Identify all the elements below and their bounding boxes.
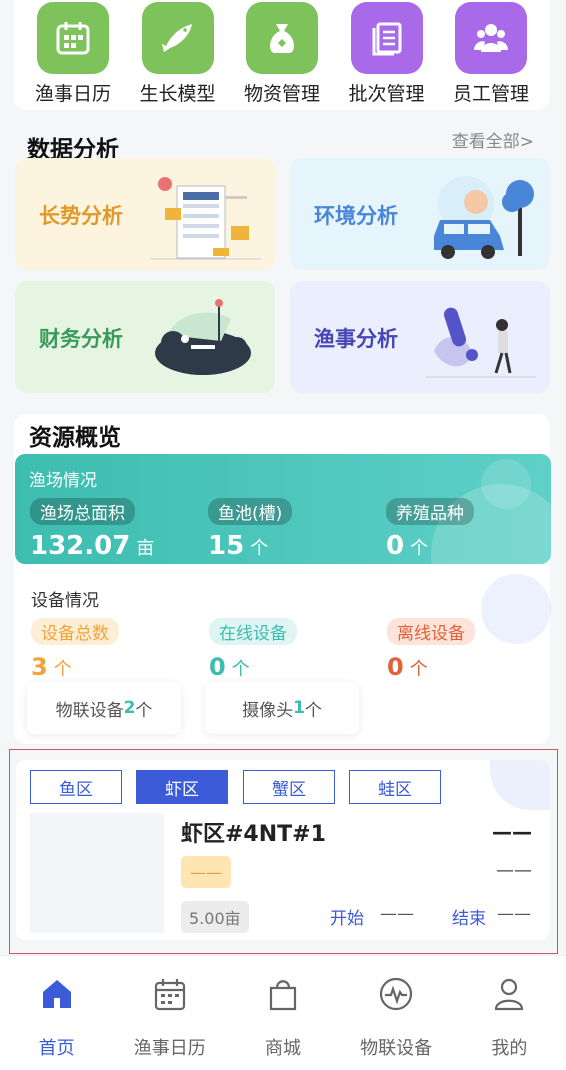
zone-start-value: ——	[380, 904, 414, 924]
fishery-title: 渔场情况	[29, 471, 97, 491]
chip-count: 1	[293, 698, 305, 718]
stat-label: 在线设备	[209, 618, 297, 645]
pulse-icon	[380, 977, 413, 1011]
stat-label: 养殖品种	[386, 498, 474, 525]
device-card: 设备情况 设备总数 3个 在线设备 0个 离线设备 0个 物联设备 2 个 摄像头 1…	[15, 574, 551, 744]
zone-start-label[interactable]: 开始	[330, 904, 364, 929]
growth-analysis-card[interactable]: 长势分析	[15, 158, 275, 270]
stat-unit: 个	[409, 659, 428, 680]
zone-end-value: ——	[497, 904, 531, 924]
quick-nav-label: 员工管理	[452, 83, 529, 105]
zone-mid-right-value: ——	[496, 860, 532, 881]
stat-unit: 个	[231, 659, 250, 680]
tabbar-home[interactable]: 首页	[2, 956, 112, 1070]
stat-value: 15	[208, 531, 245, 561]
user-icon	[495, 978, 524, 1011]
stat-label: 离线设备	[387, 618, 475, 645]
calendar-icon	[37, 2, 109, 74]
quick-nav-label: 批次管理	[348, 83, 425, 105]
stat-value: 0	[386, 531, 405, 561]
stat-label: 鱼池(槽)	[208, 498, 293, 525]
tabbar-label: 首页	[38, 1038, 75, 1059]
zone-panel: 鱼区 虾区 蟹区 蛙区 虾区#4NT#1 —— —— —— 5.00亩 开始 —…	[16, 760, 550, 940]
stat-value: 0	[387, 653, 404, 681]
car-tree-illustration-icon	[434, 176, 534, 259]
stat-unit: 个	[250, 538, 269, 559]
card-label: 财务分析	[39, 327, 123, 351]
zone-image-placeholder	[30, 813, 164, 933]
quick-nav: 渔事日历 生长模型 物资管理 批次管理 员工管理	[14, 0, 550, 110]
stat-label: 设备总数	[31, 618, 119, 645]
fishery-analysis-card[interactable]: 渔事分析	[290, 281, 550, 393]
money-bag-icon	[246, 2, 318, 74]
page: 渔事日历 生长模型 物资管理 批次管理 员工管理 数据分析 查看全部> 长势分析…	[0, 0, 566, 1070]
card-label: 环境分析	[314, 204, 398, 228]
tabbar-iot-devices[interactable]: 物联设备	[341, 956, 451, 1070]
tabbar-fishery-calendar[interactable]: 渔事日历	[115, 956, 225, 1070]
stat-unit: 个	[410, 538, 429, 559]
tabbar-label: 物联设备	[360, 1038, 433, 1059]
zone-end-label[interactable]: 结束	[452, 904, 486, 929]
stat-value: 0	[209, 653, 226, 681]
shopping-bag-icon	[269, 980, 297, 1011]
chip-label: 摄像头	[242, 700, 294, 721]
fishery-stat-species: 养殖品种 0个	[386, 498, 474, 561]
document-list-icon	[350, 2, 423, 74]
zone-tag: ——	[181, 856, 231, 888]
quick-nav-label: 生长模型	[139, 83, 216, 105]
quick-nav-fishery-calendar[interactable]: 渔事日历	[30, 0, 116, 110]
iot-devices-chip[interactable]: 物联设备 2 个	[27, 682, 181, 734]
stat-label: 渔场总面积	[30, 498, 135, 525]
chip-unit: 个	[135, 700, 153, 721]
card-label: 渔事分析	[314, 327, 398, 351]
building-illustration-icon	[151, 177, 261, 260]
tabbar-mall[interactable]: 商城	[228, 956, 338, 1070]
stat-value: 3	[31, 653, 48, 681]
fishery-stat-area: 渔场总面积 132.07 亩	[30, 498, 154, 561]
card-label: 长势分析	[39, 204, 123, 228]
stat-unit: 个	[53, 659, 72, 680]
device-stat-offline: 离线设备 0个	[387, 618, 475, 681]
quick-nav-growth-model[interactable]: 生长模型	[135, 0, 221, 110]
stat-unit: 亩	[136, 538, 155, 559]
calendar-icon	[154, 979, 185, 1011]
device-stat-online: 在线设备 0个	[209, 618, 297, 681]
quick-nav-label: 物资管理	[243, 83, 320, 105]
tabbar-label: 渔事日历	[133, 1038, 206, 1059]
tabbar-me[interactable]: 我的	[454, 956, 564, 1070]
quick-nav-label: 渔事日历	[34, 83, 111, 105]
tab-fish-zone[interactable]: 鱼区	[30, 770, 122, 804]
fishery-stat-ponds: 鱼池(槽) 15 个	[208, 498, 293, 561]
bottom-tabbar: 首页 渔事日历 商城 物联设备 我的	[0, 955, 566, 1070]
tab-frog-zone[interactable]: 蛙区	[349, 770, 441, 804]
zone-name: 虾区#4NT#1	[181, 822, 326, 847]
people-icon	[455, 2, 527, 74]
tab-crab-zone[interactable]: 蟹区	[243, 770, 335, 804]
park-bench-illustration-icon	[155, 299, 251, 375]
chip-count: 2	[123, 698, 136, 718]
zone-top-right-value: ——	[492, 820, 532, 844]
finance-analysis-card[interactable]: 财务分析	[15, 281, 275, 393]
resources-title: 资源概览	[29, 425, 121, 451]
device-stat-total: 设备总数 3个	[31, 618, 119, 681]
cameras-chip[interactable]: 摄像头 1 个	[205, 682, 359, 734]
chip-unit: 个	[304, 700, 322, 721]
tab-shrimp-zone[interactable]: 虾区	[136, 770, 228, 804]
home-icon	[42, 980, 71, 1008]
chip-label: 物联设备	[55, 700, 124, 721]
fishery-card: 渔场情况 渔场总面积 132.07 亩 鱼池(槽) 15 个 养殖品种 0个	[15, 454, 551, 564]
quick-nav-supplies[interactable]: 物资管理	[239, 0, 325, 110]
exclamation-person-illustration-icon	[426, 307, 536, 378]
environment-analysis-card[interactable]: 环境分析	[290, 158, 550, 270]
fish-icon	[141, 2, 214, 74]
tabbar-label: 商城	[264, 1038, 301, 1059]
zone-area-badge: 5.00亩	[181, 901, 249, 933]
see-all-link[interactable]: 查看全部>	[452, 127, 534, 152]
quick-nav-staff[interactable]: 员工管理	[448, 0, 534, 110]
stat-value: 132.07	[30, 531, 131, 561]
quick-nav-batch[interactable]: 批次管理	[344, 0, 430, 110]
device-title: 设备情况	[31, 591, 99, 611]
tabbar-label: 我的	[491, 1038, 528, 1059]
